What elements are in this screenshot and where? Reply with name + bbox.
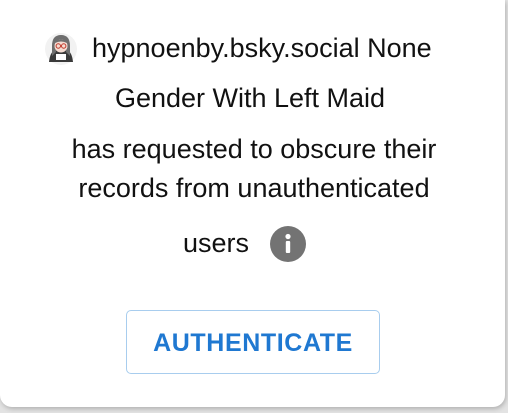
message-line-2: records from unauthenticated	[78, 173, 430, 203]
avatar	[44, 32, 78, 66]
profile-display-name-row: Gender With Left Maid	[0, 80, 508, 116]
message-line-1: has requested to obscure their	[71, 134, 437, 164]
avatar-icon	[45, 33, 77, 65]
profile-handle: hypnoenby.bsky.social None	[92, 33, 432, 63]
info-icon[interactable]	[270, 226, 306, 262]
authenticate-button[interactable]: AUTHENTICATE	[126, 310, 380, 374]
profile-display-name: Gender With Left Maid	[114, 83, 386, 113]
auth-required-card: hypnoenby.bsky.social None Gender With L…	[0, 0, 505, 407]
message-line-3: users	[183, 228, 250, 258]
